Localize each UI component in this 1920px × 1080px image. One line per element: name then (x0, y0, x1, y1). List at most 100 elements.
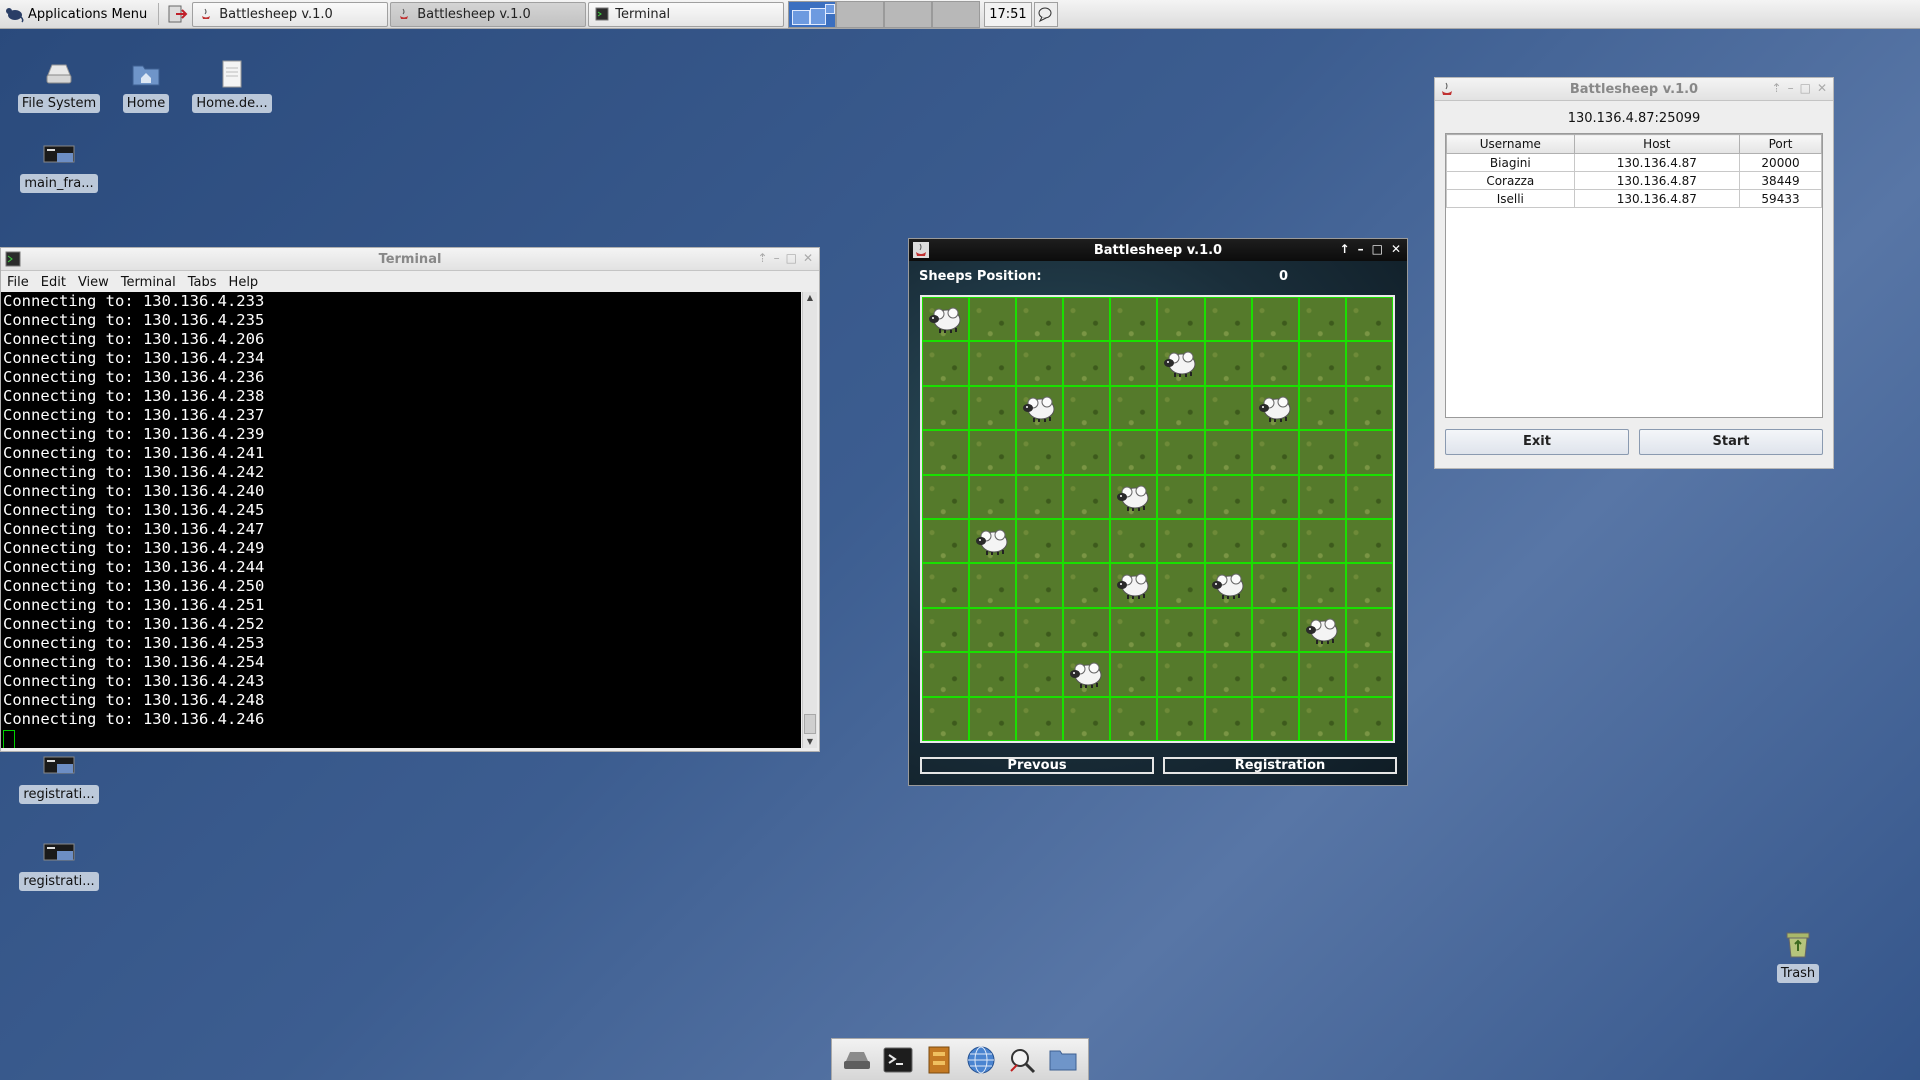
maximize-icon[interactable]: □ (786, 251, 797, 265)
grid-cell[interactable] (922, 563, 970, 608)
grid-cell[interactable] (1204, 563, 1252, 608)
desktop-icon-file-system[interactable]: File System (14, 58, 104, 113)
notification-icon[interactable] (1033, 1, 1058, 27)
grid-cell[interactable] (1345, 385, 1393, 431)
grid-cell[interactable] (1251, 385, 1299, 431)
registration-button[interactable]: Registration (1163, 757, 1397, 774)
grid-cell[interactable] (1345, 474, 1393, 519)
grid-cell[interactable] (1251, 652, 1299, 697)
column-header-port[interactable]: Port (1739, 134, 1822, 154)
grid-cell[interactable] (1204, 607, 1252, 653)
grid-cell[interactable] (1157, 430, 1205, 475)
workspace-2[interactable] (836, 0, 885, 28)
table-row[interactable]: Corazza 130.136.4.87 38449 (1446, 171, 1822, 190)
grid-cell[interactable] (1345, 430, 1393, 475)
grid-cell[interactable] (1016, 652, 1064, 697)
grid-cell[interactable] (922, 474, 970, 519)
exit-button[interactable]: Exit (1445, 429, 1629, 455)
grid-cell[interactable] (1251, 563, 1299, 608)
grid-cell[interactable] (1016, 474, 1064, 519)
grid-cell[interactable] (1110, 519, 1158, 564)
workspace-pager[interactable] (788, 0, 981, 28)
grid-cell[interactable] (1298, 297, 1346, 342)
grid-cell[interactable] (1251, 430, 1299, 475)
grid-cell[interactable] (1157, 385, 1205, 431)
menu-tabs[interactable]: Tabs (188, 275, 217, 290)
grid-cell[interactable] (1345, 607, 1393, 653)
file-manager-icon[interactable] (923, 1044, 955, 1076)
close-icon[interactable]: ✕ (1817, 81, 1827, 95)
grid-cell[interactable] (1016, 607, 1064, 653)
grid-cell[interactable] (922, 385, 970, 431)
grid-cell[interactable] (1298, 563, 1346, 608)
terminal-titlebar[interactable]: Terminal ⇡ – □ ✕ (1, 248, 819, 271)
previous-button[interactable]: Prevous (920, 757, 1154, 774)
grid-cell[interactable] (1345, 519, 1393, 564)
grid-cell[interactable] (1063, 563, 1111, 608)
grid-cell[interactable] (1204, 341, 1252, 386)
terminal-icon[interactable] (882, 1044, 914, 1076)
grid-cell[interactable] (1157, 607, 1205, 653)
grid-cell[interactable] (1298, 519, 1346, 564)
grid-cell[interactable] (1110, 474, 1158, 519)
desktop-icon-trash[interactable]: Trash (1753, 928, 1843, 983)
desktop-icon-home-desktop[interactable]: Home.de... (187, 58, 277, 113)
grid-cell[interactable] (969, 652, 1017, 697)
close-icon[interactable]: ✕ (803, 251, 813, 265)
grid-cell[interactable] (1110, 607, 1158, 653)
grid-cell[interactable] (1345, 297, 1393, 342)
table-row[interactable]: Iselli 130.136.4.87 59433 (1446, 189, 1822, 208)
terminal-output[interactable]: Connecting to: 130.136.4.233 Connecting t… (1, 292, 801, 748)
close-icon[interactable]: ✕ (1391, 242, 1401, 256)
minimize-icon[interactable]: – (1788, 81, 1794, 95)
grid-cell[interactable] (1110, 696, 1158, 741)
menu-edit[interactable]: Edit (41, 275, 66, 290)
grid-cell[interactable] (922, 297, 970, 342)
scroll-up-icon[interactable]: ▲ (803, 292, 817, 304)
grid-cell[interactable] (1063, 652, 1111, 697)
grid-cell[interactable] (1251, 696, 1299, 741)
player-list[interactable]: Username Host Port Biagini 130.136.4.87 … (1445, 133, 1823, 418)
menu-terminal[interactable]: Terminal (121, 275, 176, 290)
grid-cell[interactable] (1063, 519, 1111, 564)
grid-cell[interactable] (922, 341, 970, 386)
grid-cell[interactable] (1204, 297, 1252, 342)
workspace-1[interactable] (788, 0, 837, 28)
grid-cell[interactable] (1110, 385, 1158, 431)
workspace-4[interactable] (932, 0, 981, 28)
grid-cell[interactable] (1016, 519, 1064, 564)
panel-clock[interactable]: 17:51 (984, 1, 1032, 27)
grid-cell[interactable] (1157, 519, 1205, 564)
grid-cell[interactable] (1157, 652, 1205, 697)
grid-cell[interactable] (969, 519, 1017, 564)
grid-cell[interactable] (1110, 430, 1158, 475)
grid-cell[interactable] (1016, 297, 1064, 342)
grid-cell[interactable] (1016, 430, 1064, 475)
grid-cell[interactable] (1251, 519, 1299, 564)
grid-cell[interactable] (1251, 341, 1299, 386)
lobby-titlebar[interactable]: Battlesheep v.1.0 ⇡ – □ ✕ (1435, 78, 1833, 101)
grid-cell[interactable] (1063, 474, 1111, 519)
minimize-icon[interactable]: – (774, 251, 780, 265)
grid-cell[interactable] (1110, 297, 1158, 342)
grid-cell[interactable] (1298, 652, 1346, 697)
maximize-icon[interactable]: □ (1800, 81, 1811, 95)
start-button[interactable]: Start (1639, 429, 1823, 455)
taskbar-item-battlesheep-2[interactable]: Battlesheep v.1.0 (390, 1, 587, 27)
column-header-username[interactable]: Username (1446, 134, 1575, 154)
scrollbar-thumb[interactable] (804, 714, 816, 734)
grid-cell[interactable] (1204, 385, 1252, 431)
grid-cell[interactable] (1298, 607, 1346, 653)
menu-help[interactable]: Help (229, 275, 259, 290)
column-header-host[interactable]: Host (1573, 134, 1741, 154)
scroll-down-icon[interactable]: ▼ (803, 736, 817, 748)
grid-cell[interactable] (969, 607, 1017, 653)
grid-cell[interactable] (1204, 430, 1252, 475)
grid-cell[interactable] (1251, 297, 1299, 342)
grid-cell[interactable] (1063, 297, 1111, 342)
grid-cell[interactable] (1298, 696, 1346, 741)
grid-cell[interactable] (1110, 563, 1158, 608)
grid-cell[interactable] (1157, 297, 1205, 342)
grid-cell[interactable] (922, 652, 970, 697)
menu-file[interactable]: File (7, 275, 29, 290)
